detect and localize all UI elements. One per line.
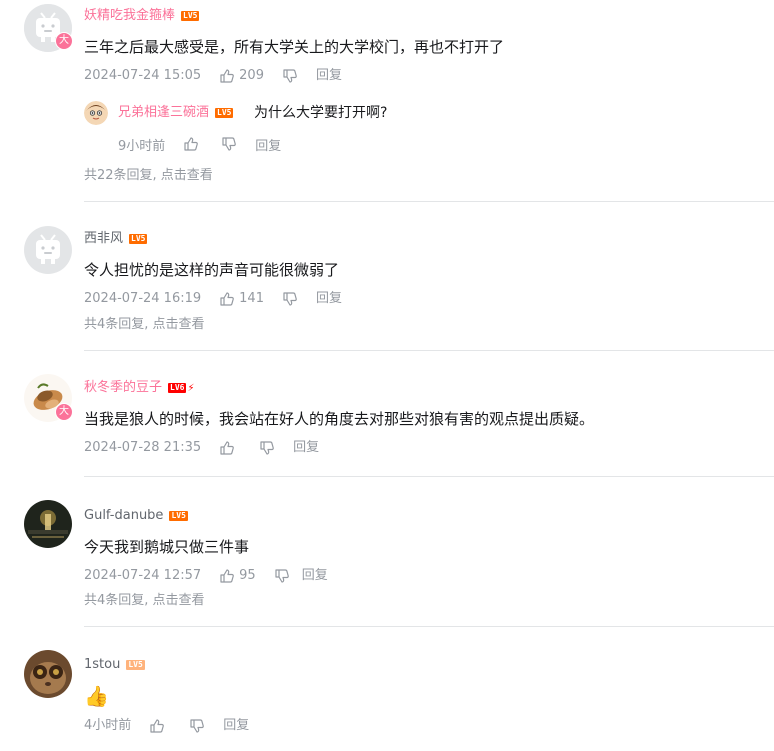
- like-button[interactable]: [149, 718, 165, 734]
- username[interactable]: 秋冬季的豆子 LV6 ⚡: [84, 380, 195, 397]
- view-more-replies[interactable]: 共4条回复, 点击查看: [84, 316, 205, 334]
- divider: [84, 201, 774, 202]
- comment-meta: 2024-07-24 16:19 141 回复: [84, 290, 342, 308]
- comment-meta: 2024-07-28 21:35 回复: [84, 439, 319, 457]
- thumbs-up-emoji: 👍: [84, 684, 109, 708]
- like-button[interactable]: 209: [219, 67, 264, 85]
- sub-reply-text: 为什么大学要打开啊?: [254, 105, 388, 121]
- tarsier-avatar-icon: [24, 650, 72, 698]
- dislike-button[interactable]: [259, 440, 275, 456]
- comment-text: 令人担忧的是这样的声音可能很微弱了: [84, 261, 340, 279]
- level-badge: LV5: [215, 107, 234, 118]
- thumb-up-icon: [220, 569, 234, 583]
- dislike-button[interactable]: [282, 291, 298, 307]
- comment-meta: 2024-07-24 15:05 209 回复: [84, 67, 342, 85]
- divider: [84, 626, 774, 627]
- like-count: 141: [239, 291, 264, 306]
- comment-date: 2024-07-24 15:05: [84, 68, 202, 83]
- sub-reply-meta: 9小时前 回复: [118, 135, 281, 154]
- comment-meta: 4小时前 回复: [84, 717, 249, 735]
- level-badge: LV5: [169, 510, 188, 521]
- reply-button[interactable]: 回复: [293, 439, 319, 457]
- thumb-up-icon: [220, 292, 234, 306]
- cartoon-face-icon: [84, 101, 108, 125]
- thumb-up-icon: [150, 719, 165, 733]
- thumb-down-icon: [283, 292, 297, 306]
- thumb-down-icon: [275, 569, 289, 583]
- divider: [84, 476, 774, 477]
- thumb-down-icon: [190, 719, 205, 733]
- comment-date: 2024-07-24 16:19: [84, 291, 202, 306]
- comment-date: 2024-07-24 12:57: [84, 568, 202, 583]
- thumb-up-icon: [220, 69, 234, 83]
- avatar[interactable]: [24, 500, 72, 548]
- avatar[interactable]: [24, 650, 72, 698]
- avatar[interactable]: [24, 226, 72, 274]
- level-badge: LV5: [126, 659, 145, 670]
- reply-button[interactable]: 回复: [302, 567, 328, 585]
- vip-badge: 大: [55, 32, 73, 50]
- thumb-down-icon: [260, 441, 274, 455]
- sub-reply-time: 9小时前: [118, 138, 166, 154]
- comment-item: 大 妖精吃我金箍棒 LV5 三年之后最大感受是，所有大学关上的大学校门，再也不打开…: [0, 0, 774, 202]
- view-more-replies[interactable]: 共22条回复, 点击查看: [84, 167, 213, 185]
- username[interactable]: 1stou LV5: [84, 657, 145, 673]
- level-badge: LV5: [181, 10, 200, 21]
- like-count: 95: [239, 568, 256, 583]
- reply-button[interactable]: 回复: [223, 717, 249, 735]
- dislike-button[interactable]: [282, 68, 298, 84]
- lightning-icon: ⚡: [187, 383, 195, 394]
- like-button[interactable]: [183, 136, 199, 152]
- comment-text: 三年之后最大感受是，所有大学关上的大学校门，再也不打开了: [84, 38, 505, 56]
- username[interactable]: Gulf-danube LV5: [84, 508, 188, 524]
- dislike-button[interactable]: [274, 568, 290, 584]
- comment-meta: 2024-07-24 12:57 95 回复: [84, 567, 328, 585]
- thumb-down-icon: [283, 69, 297, 83]
- level-badge: LV6: [168, 382, 187, 393]
- thumb-down-icon: [222, 137, 237, 151]
- view-more-replies[interactable]: 共4条回复, 点击查看: [84, 592, 205, 610]
- vip-badge: 大: [55, 403, 73, 421]
- dislike-button[interactable]: [221, 136, 237, 152]
- like-button[interactable]: [219, 440, 235, 456]
- divider: [84, 350, 774, 351]
- thumb-up-icon: [220, 441, 234, 455]
- reply-button[interactable]: 回复: [316, 290, 342, 308]
- comment-text: 今天我到鹅城只做三件事: [84, 538, 250, 556]
- comment-text: 当我是狼人的时候，我会站在好人的角度去对那些对狼有害的观点提出质疑。: [84, 410, 595, 428]
- username[interactable]: 西非风 LV5: [84, 231, 148, 247]
- night-scene-avatar-icon: [24, 500, 72, 548]
- sub-reply-avatar[interactable]: [84, 101, 108, 125]
- reply-button[interactable]: 回复: [316, 67, 342, 85]
- comment-date: 2024-07-28 21:35: [84, 440, 202, 455]
- level-badge: LV5: [129, 233, 148, 244]
- dislike-button[interactable]: [189, 718, 205, 734]
- like-button[interactable]: 95: [219, 567, 256, 585]
- like-button[interactable]: 141: [219, 290, 264, 308]
- like-count: 209: [239, 68, 264, 83]
- thumb-up-icon: [184, 137, 199, 151]
- tv-avatar-icon: [24, 226, 72, 274]
- reply-button[interactable]: 回复: [255, 135, 281, 154]
- sub-reply-username[interactable]: 兄弟相逢三碗酒 LV5: [118, 104, 234, 122]
- username[interactable]: 妖精吃我金箍棒 LV5: [84, 8, 200, 24]
- comment-time: 4小时前: [84, 718, 132, 733]
